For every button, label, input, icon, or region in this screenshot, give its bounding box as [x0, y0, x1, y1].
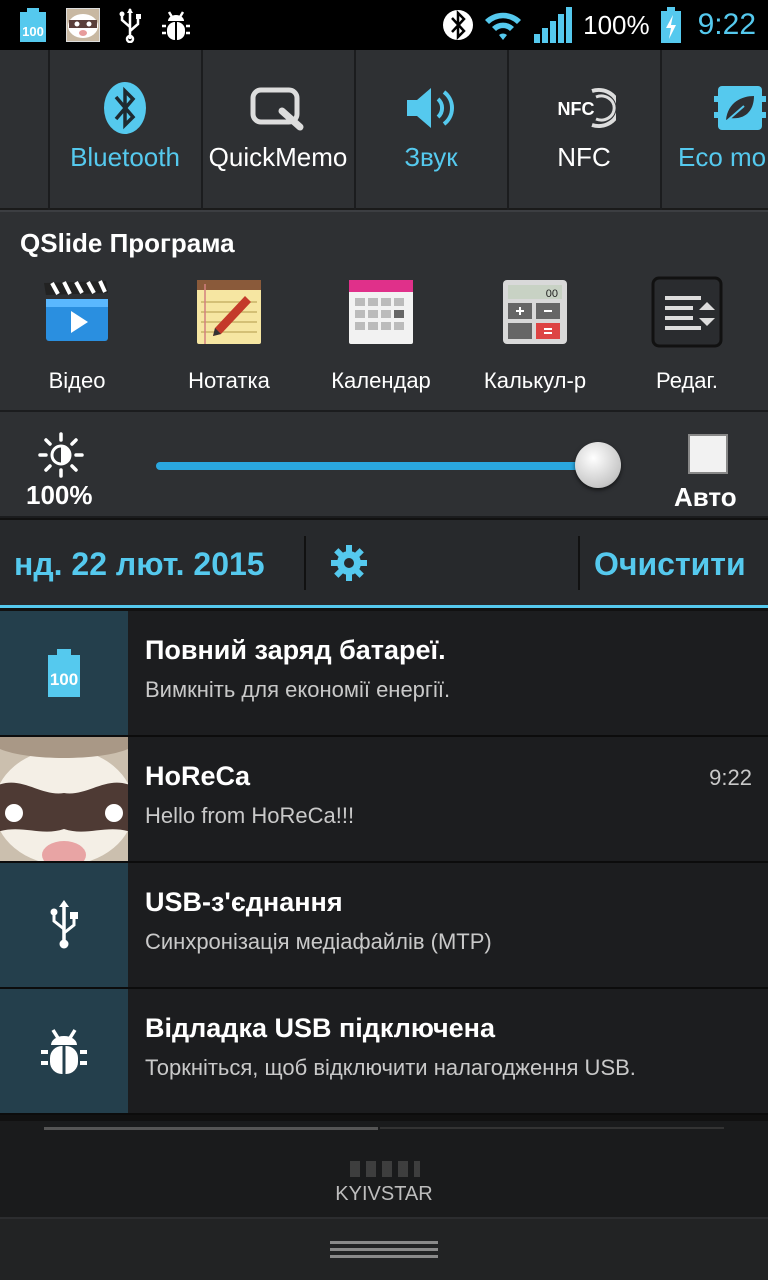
qslide-app-video[interactable]: Відео — [2, 276, 152, 396]
bluetooth-icon — [443, 9, 474, 41]
toggle-nfc[interactable]: NFC NFC — [507, 50, 659, 210]
drag-handle-grip-icon — [330, 1241, 438, 1259]
toggle-label: NFC — [557, 142, 611, 172]
app-label: Нотатка — [188, 368, 270, 393]
notification-usb-debugging[interactable]: Відладка USB підключена Торкніться, щоб … — [0, 989, 768, 1115]
notification-text: Синхронізація медіафайлів (MTP) — [145, 929, 492, 954]
brightness-percent: 100% — [26, 480, 93, 510]
video-icon — [44, 280, 108, 341]
notification-icon-area — [0, 863, 128, 987]
sound-icon — [407, 88, 454, 128]
notification-text: Hello from HoReCa!!! — [145, 803, 355, 828]
bluetooth-icon — [104, 82, 146, 134]
toggle-label: QuickMemo — [208, 142, 348, 172]
brightness-slider-thumb[interactable] — [574, 442, 621, 488]
debug-bug-icon — [162, 11, 190, 40]
notification-time: 9:22 — [709, 765, 752, 790]
usb-icon — [50, 900, 78, 949]
quickmemo-icon — [250, 87, 304, 131]
auto-brightness-label: Авто — [674, 482, 737, 512]
notification-battery-full[interactable]: 100 Повний заряд батареї. Вимкніть для е… — [0, 611, 768, 737]
toggle-label: Eco mo — [678, 142, 767, 172]
clock: 9:22 — [697, 8, 756, 41]
brightness-slider[interactable] — [156, 442, 621, 488]
charging-battery-icon — [660, 7, 681, 43]
notification-title: USB-з'єднання — [145, 887, 343, 917]
date-label: нд. 22 лют. 2015 — [14, 546, 265, 582]
app-label: Відео — [48, 368, 106, 393]
eco-mode-icon — [714, 86, 766, 130]
svg-text:100: 100 — [50, 670, 78, 689]
scroll-indicator — [44, 1127, 378, 1130]
status-bar: 100 100% 9:22 — [0, 0, 768, 50]
notification-horeca[interactable]: HoReCa 9:22 Hello from HoReCa!!! — [0, 737, 768, 863]
notification-icon-area — [0, 737, 128, 861]
brightness-panel: 100% Авто — [0, 410, 768, 518]
notification-list: 100 Повний заряд батареї. Вимкніть для е… — [0, 611, 768, 1115]
qslide-app-calendar[interactable]: Календар — [306, 276, 456, 396]
app-label: Калькул-р — [483, 368, 587, 393]
settings-gear-icon[interactable] — [330, 544, 368, 582]
carrier-label: KYIVSTAR — [335, 1183, 433, 1205]
notification-title: HoReCa — [145, 761, 251, 791]
app-label: Календар — [331, 368, 431, 393]
toggle-eco-mode[interactable]: Eco mo — [660, 50, 768, 210]
notification-title: Повний заряд батареї. — [145, 635, 446, 665]
toggle-quickmemo[interactable]: QuickMemo — [201, 50, 353, 210]
svg-text:NFC: NFC — [558, 99, 595, 119]
date-row: нд. 22 лют. 2015 Очистити — [0, 520, 768, 608]
nfc-icon: NFC — [558, 88, 616, 128]
divider — [380, 1127, 724, 1129]
notepad-icon — [197, 280, 261, 344]
background-area: KYIVSTAR — [0, 1121, 768, 1217]
calculator-icon: 00 — [503, 280, 567, 344]
qslide-app-notepad[interactable]: Нотатка — [154, 276, 304, 396]
app-label: Редаг. — [656, 368, 718, 393]
brightness-slider-fill — [156, 462, 598, 470]
wifi-icon — [485, 12, 522, 40]
notification-title: Відладка USB підключена — [145, 1013, 495, 1043]
debug-bug-icon — [41, 1029, 87, 1074]
clear-all-button[interactable]: Очистити — [594, 546, 746, 583]
background-decoration — [350, 1161, 420, 1177]
notification-icon-area: 100 — [0, 611, 128, 735]
qslide-app-calculator[interactable]: 00 Калькул-р — [460, 276, 610, 396]
divider — [304, 536, 306, 590]
calendar-icon — [349, 280, 413, 344]
brightness-icon — [38, 432, 84, 478]
qslide-edit-button[interactable]: Редаг. — [612, 276, 762, 396]
auto-brightness-checkbox[interactable] — [688, 434, 728, 474]
svg-text:100: 100 — [22, 24, 44, 39]
toggle-bluetooth[interactable]: Bluetooth — [48, 50, 200, 210]
edit-icon — [651, 276, 723, 348]
toggle-sound[interactable]: Звук — [354, 50, 506, 210]
notification-usb-connection[interactable]: USB-з'єднання Синхронізація медіафайлів … — [0, 863, 768, 989]
svg-text:00: 00 — [546, 288, 558, 300]
toggle-label: Звук — [404, 142, 458, 172]
battery-full-icon: 100 — [20, 8, 46, 42]
qslide-panel: QSlide Програма Відео Нотатка Календар 0… — [0, 210, 768, 410]
notification-drawer-handle[interactable] — [0, 1217, 768, 1280]
horeca-avatar-icon — [0, 737, 128, 861]
battery-full-icon: 100 — [48, 649, 80, 697]
notification-text: Торкніться, щоб відключити налагодження … — [145, 1055, 636, 1080]
quick-settings-toggles: Bluetooth QuickMemo Звук NFC NFC Eco mo — [0, 50, 768, 210]
notification-icon-area — [0, 989, 128, 1113]
divider — [578, 536, 580, 590]
battery-percent: 100% — [583, 9, 650, 40]
signal-icon — [534, 7, 573, 43]
qslide-title: QSlide Програма — [20, 228, 235, 258]
usb-icon — [119, 8, 141, 43]
toggle-label: Bluetooth — [70, 142, 180, 172]
notification-text: Вимкніть для економії енергії. — [145, 677, 451, 702]
horeca-app-icon — [66, 8, 100, 42]
